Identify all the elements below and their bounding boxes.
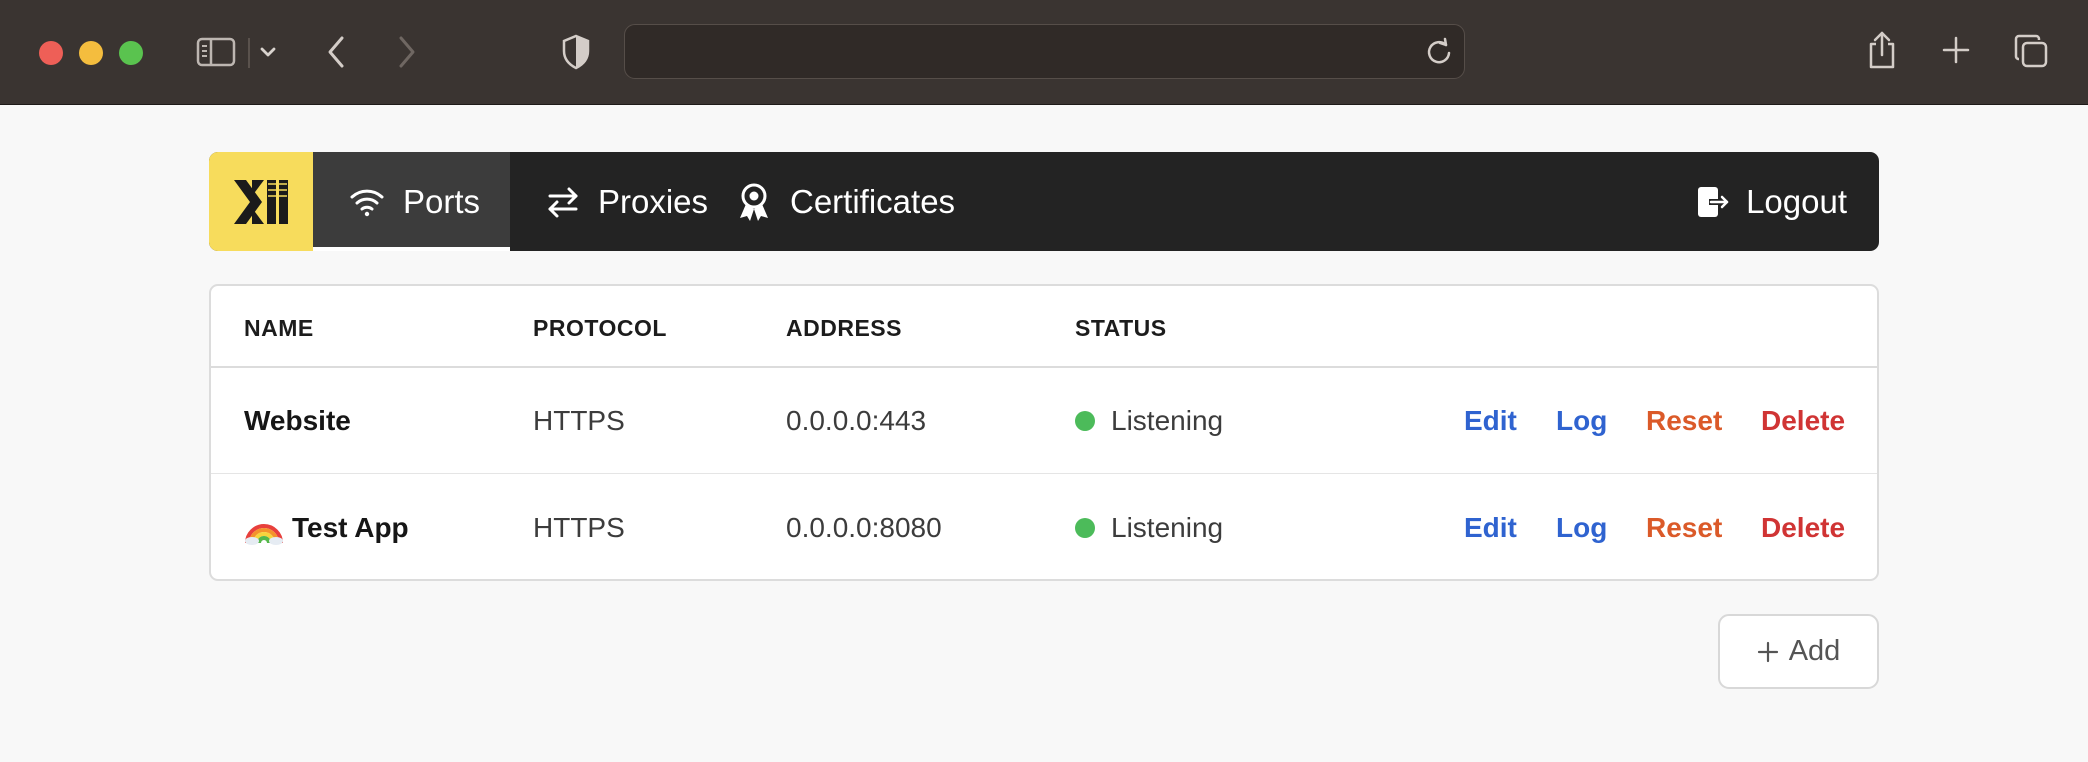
- rainbow-icon: [244, 511, 284, 545]
- add-port-button[interactable]: Add: [1718, 614, 1879, 689]
- app-navbar: Ports Proxies Certificates Logout: [209, 152, 1879, 251]
- nav-item-ports[interactable]: Ports: [313, 152, 510, 251]
- app-logo[interactable]: [209, 152, 313, 251]
- chevron-right-icon[interactable]: [393, 32, 421, 72]
- status-text: Listening: [1111, 512, 1224, 543]
- status-indicator: [1075, 411, 1095, 431]
- table-header: NAME PROTOCOL ADDRESS STATUS: [211, 286, 1877, 368]
- close-window-button[interactable]: [39, 41, 63, 65]
- table-row: Test App HTTPS 0.0.0.0:8080 Listening Ed…: [211, 475, 1877, 581]
- logout-label: Logout: [1746, 182, 1847, 220]
- add-button-label: Add: [1788, 635, 1841, 667]
- plus-icon[interactable]: [1939, 33, 1973, 67]
- port-status: Listening: [1075, 475, 1223, 581]
- log-button[interactable]: Log: [1556, 368, 1607, 474]
- nav-item-label: Proxies: [598, 182, 709, 220]
- award-ribbon-icon: [736, 182, 772, 222]
- nav-item-label: Certificates: [790, 182, 956, 220]
- chevron-left-icon[interactable]: [322, 32, 350, 72]
- port-address: 0.0.0.0:443: [786, 405, 927, 436]
- ports-table: NAME PROTOCOL ADDRESS STATUS Website HTT…: [209, 284, 1879, 581]
- port-name-text: Test App: [292, 512, 409, 543]
- port-protocol: HTTPS: [533, 512, 625, 543]
- edit-button[interactable]: Edit: [1464, 368, 1517, 474]
- log-button[interactable]: Log: [1556, 475, 1607, 581]
- zoom-window-button[interactable]: [119, 41, 143, 65]
- port-name: Website: [244, 368, 351, 474]
- table-row: Website HTTPS 0.0.0.0:443 Listening Edit…: [211, 368, 1877, 474]
- delete-button[interactable]: Delete: [1761, 475, 1845, 581]
- reload-icon[interactable]: [1424, 37, 1454, 67]
- sidebar-icon[interactable]: [193, 34, 239, 70]
- arrows-exchange-icon: [546, 185, 580, 219]
- column-header-address: ADDRESS: [786, 315, 902, 341]
- nav-item-proxies[interactable]: Proxies: [510, 152, 736, 251]
- status-indicator: [1075, 518, 1095, 538]
- port-status: Listening: [1075, 368, 1223, 474]
- column-header-status: STATUS: [1075, 315, 1167, 341]
- delete-button[interactable]: Delete: [1761, 368, 1845, 474]
- status-text: Listening: [1111, 405, 1224, 436]
- minimize-window-button[interactable]: [79, 41, 103, 65]
- address-bar[interactable]: [624, 24, 1465, 79]
- port-address: 0.0.0.0:8080: [786, 512, 942, 543]
- wifi-icon: [349, 187, 385, 217]
- toolbar-divider: [248, 38, 250, 68]
- column-header-protocol: PROTOCOL: [533, 315, 667, 341]
- edit-button[interactable]: Edit: [1464, 475, 1517, 581]
- reset-button[interactable]: Reset: [1646, 368, 1722, 474]
- nav-item-label: Ports: [403, 182, 481, 220]
- plus-icon: [1757, 641, 1779, 663]
- shield-icon[interactable]: [560, 33, 592, 71]
- logout-icon: [1694, 186, 1730, 218]
- nav-item-certificates[interactable]: Certificates: [736, 152, 955, 251]
- browser-toolbar: [0, 0, 2088, 105]
- chevron-down-icon[interactable]: [258, 40, 278, 64]
- share-icon[interactable]: [1864, 28, 1900, 72]
- port-name-text: Website: [244, 405, 351, 436]
- reset-button[interactable]: Reset: [1646, 475, 1722, 581]
- logout-button[interactable]: Logout: [1694, 152, 1879, 251]
- column-header-name: NAME: [244, 315, 314, 341]
- port-name: Test App: [244, 475, 409, 581]
- port-protocol: HTTPS: [533, 405, 625, 436]
- tabs-overview-icon[interactable]: [2012, 32, 2050, 70]
